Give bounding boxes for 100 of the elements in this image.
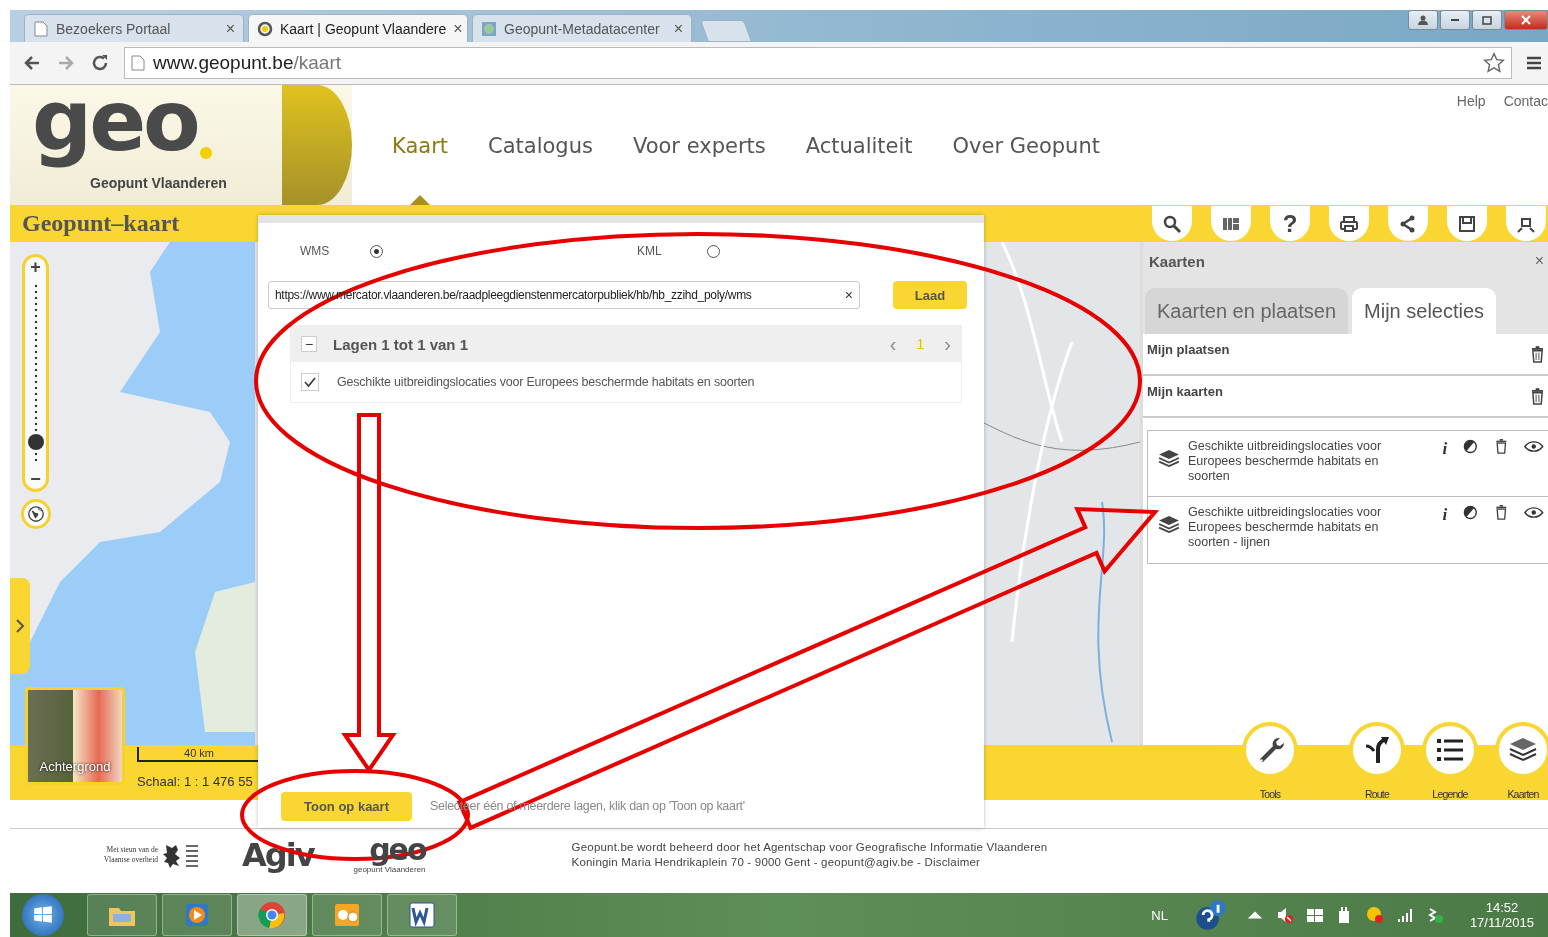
layer-name: Geschikte uitbreidingslocaties voor Europees beschermde habitats en soorten (337, 375, 755, 389)
start-button[interactable] (22, 894, 64, 936)
layer-name: Geschikte uitbreidingslocaties voor Europees beschermde habitats en soorten - lijnen (1188, 505, 1383, 550)
background-switcher[interactable]: Achtergrond (25, 687, 125, 785)
layers-icon (1158, 449, 1180, 467)
globe-icon (27, 505, 45, 523)
close-tab-button[interactable]: × (673, 19, 683, 38)
print-button[interactable] (1329, 206, 1369, 241)
speaker-muted-icon[interactable] (1275, 906, 1294, 924)
windows-logo-icon (32, 904, 54, 926)
clock-date[interactable]: 17/11/2015 (1469, 915, 1534, 930)
close-button[interactable]: × (1534, 252, 1544, 270)
outlook-taskbar-button[interactable] (312, 894, 382, 936)
chrome-taskbar-button[interactable] (237, 894, 307, 936)
logo-subtitle: Geopunt Vlaanderen (90, 175, 227, 191)
footer-text: Geopunt.be wordt beheerd door het Agentschap voor Geografische Informatie Vlaanderen (571, 841, 1048, 853)
browser-tab[interactable]: Kaart | Geopunt Vlaandere × (248, 14, 468, 42)
checkbox[interactable] (301, 373, 319, 391)
format-label: WMS (300, 244, 331, 258)
section-title: Mijn plaatsen (1147, 341, 1230, 357)
eye-icon[interactable] (1524, 439, 1544, 454)
contrast-icon[interactable] (1463, 505, 1478, 520)
collapse-button[interactable]: − (301, 336, 317, 352)
info-button[interactable]: i (1442, 505, 1448, 525)
panel-title: Kaarten (1149, 252, 1205, 270)
menu-icon[interactable] (1526, 55, 1542, 71)
panel-tab[interactable]: Mijn selecties (1352, 288, 1497, 334)
layer-name: Geschikte uitbreidingslocaties voor Europees beschermde habitats en soorten (1188, 439, 1383, 484)
panel-tab[interactable]: Kaarten en plaatsen (1145, 288, 1349, 334)
reload-icon[interactable] (90, 53, 110, 73)
maximize-button[interactable] (1472, 10, 1502, 30)
contrast-icon[interactable] (1463, 439, 1478, 454)
page-icon (131, 55, 145, 71)
url-host: www.geopunt.be (153, 52, 294, 74)
warning-badge-icon[interactable] (1365, 906, 1384, 924)
info-button[interactable]: i (1442, 439, 1448, 459)
logo-subtitle: geopunt Vlaanderen (353, 865, 426, 874)
trash-icon[interactable] (1531, 345, 1544, 363)
load-button[interactable]: Laad (893, 281, 967, 309)
tab-title: Kaart | Geopunt Vlaandere (280, 20, 447, 37)
section-title: Mijn kaarten (1147, 383, 1223, 399)
tab-title: Bezoekers Portaal (56, 20, 172, 37)
logo-dot-icon (200, 147, 212, 159)
map-view[interactable]: + − (10, 242, 255, 745)
globe-icon (481, 20, 497, 37)
eye-icon[interactable] (1524, 505, 1544, 520)
show-on-map-button[interactable]: Toon op kaart (281, 791, 412, 821)
share-button[interactable] (1388, 206, 1428, 241)
layers-icon (1158, 515, 1180, 533)
help-icon[interactable] (1193, 898, 1228, 932)
header-link[interactable]: Help (1456, 93, 1486, 115)
word-icon (407, 900, 437, 930)
zoom-slider[interactable]: + − (22, 254, 49, 492)
footer-text: Koningin Maria Hendrikaplein 70 - 9000 Gent - geopunt@agiv.be - Disclaimer (571, 856, 982, 868)
fullscreen-button[interactable] (1506, 206, 1546, 241)
tab-title: Geopunt-Metadatacenter (504, 20, 661, 37)
close-window-button[interactable] (1504, 10, 1548, 30)
clock-time[interactable]: 14:52 (1485, 900, 1519, 915)
url-path: /kaart (293, 52, 342, 74)
word-taskbar-button[interactable] (387, 894, 457, 936)
nav-tab[interactable]: Kaart (392, 115, 448, 205)
user-icon (1417, 14, 1429, 26)
browser-tab[interactable]: Geopunt-Metadatacenter × (472, 14, 692, 42)
zoom-out-button[interactable]: − (30, 469, 41, 489)
browser-tab[interactable]: Bezoekers Portaal × (24, 14, 244, 42)
windows-flag-icon[interactable] (1305, 906, 1324, 924)
nav-tab[interactable]: Voor experts (632, 115, 766, 205)
help-button[interactable]: ? (1270, 206, 1310, 241)
maximize-icon (1481, 14, 1493, 26)
chevron-right-icon (15, 618, 25, 634)
minimize-icon (1451, 19, 1459, 21)
signal-icon[interactable] (1395, 906, 1414, 924)
map-view[interactable] (982, 242, 1140, 745)
trash-icon[interactable] (1493, 505, 1509, 520)
clear-button[interactable]: × (844, 287, 853, 303)
minimize-button[interactable] (1440, 10, 1470, 30)
chrome-icon (257, 900, 287, 930)
map-title: Geopunt–kaart (21, 210, 181, 237)
ring-icon (257, 20, 273, 37)
address-field[interactable]: www.geopunt.be/kaart (124, 47, 1512, 79)
explorer-taskbar-button[interactable] (87, 894, 157, 936)
header-link[interactable]: Contac (1503, 93, 1548, 115)
language-indicator[interactable]: NL (1151, 907, 1168, 923)
user-button[interactable] (1408, 10, 1438, 30)
nav-tab[interactable]: Over Geopunt (952, 115, 1100, 205)
close-tab-button[interactable]: × (225, 19, 235, 38)
grid-button[interactable] (1211, 206, 1251, 241)
save-icon (1457, 213, 1477, 234)
zoom-in-button[interactable]: + (30, 257, 41, 277)
zoom-thumb[interactable] (27, 433, 44, 450)
nav-tab[interactable]: Actualiteit (805, 115, 913, 205)
close-tab-button[interactable]: × (453, 19, 463, 38)
trash-icon[interactable] (1493, 439, 1509, 454)
format-label: KML (637, 244, 663, 258)
bookmark-star-icon[interactable] (1483, 52, 1505, 74)
save-button[interactable] (1447, 206, 1487, 241)
layers-count-title: Lagen 1 tot 1 van 1 (333, 335, 469, 353)
search-button[interactable] (1152, 206, 1192, 241)
nav-tab[interactable]: Catalogus (488, 115, 593, 205)
trash-icon[interactable] (1531, 387, 1544, 405)
